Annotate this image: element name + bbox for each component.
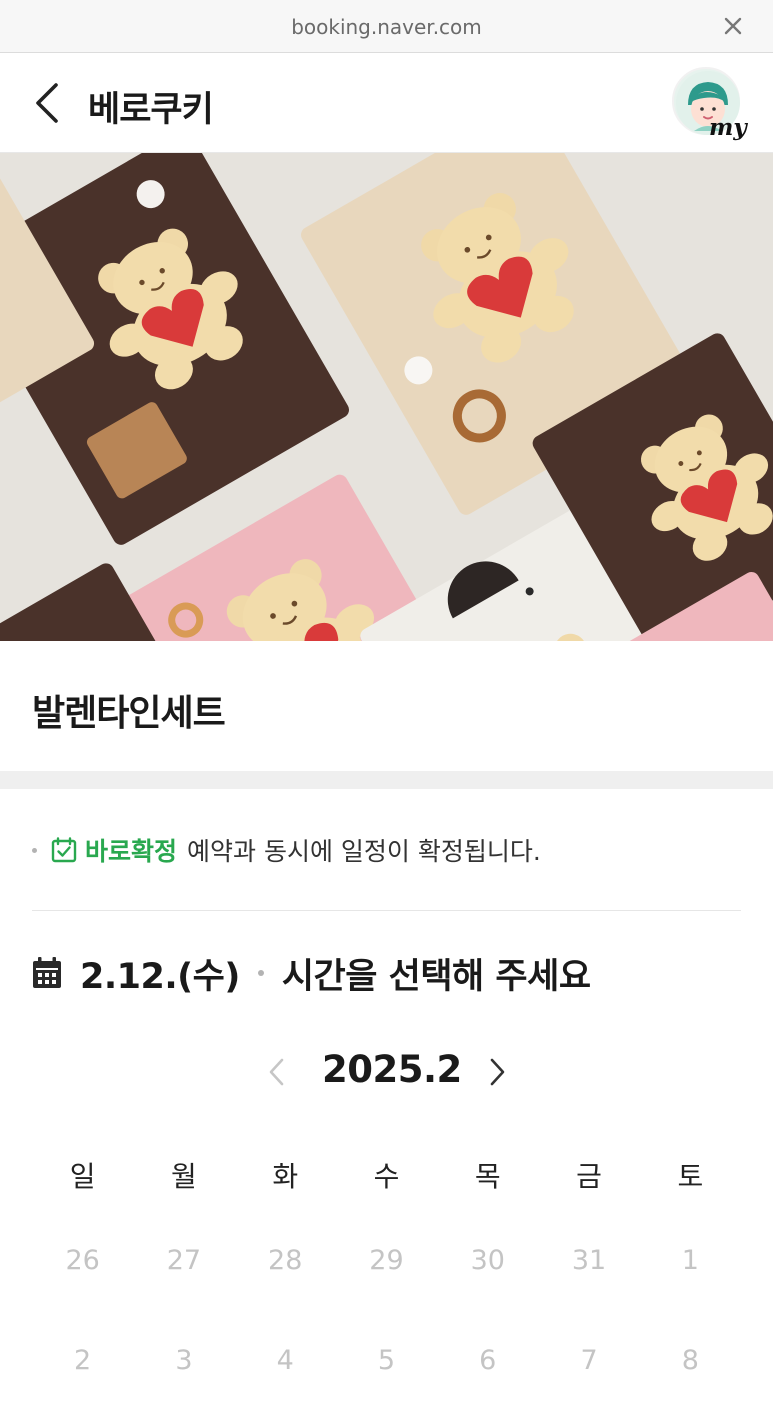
calendar-day-disabled: 26 xyxy=(65,1244,100,1276)
weekday-label: 일 xyxy=(69,1160,96,1193)
weekday-header-row: 일 월 화 수 목 금 토 xyxy=(32,1140,741,1210)
my-label[interactable]: my xyxy=(709,114,747,141)
app-header: 베로쿠키 my xyxy=(0,53,773,153)
selected-date: 2.12.(수) xyxy=(80,956,240,997)
bullet-dot xyxy=(32,847,37,853)
calendar-day-disabled: 3 xyxy=(175,1344,193,1376)
instant-confirm-notice: 바로확정 예약과 동시에 일정이 확정됩니다. xyxy=(32,830,541,870)
close-icon[interactable] xyxy=(721,14,745,38)
instant-confirm-badge: 바로확정 xyxy=(85,837,178,866)
instant-confirm-text: 예약과 동시에 일정이 확정됩니다. xyxy=(187,837,541,866)
url-text[interactable]: booking.naver.com xyxy=(0,15,773,39)
calendar-day-disabled: 8 xyxy=(681,1344,699,1376)
calendar-day-disabled: 4 xyxy=(276,1344,294,1376)
calendar-day-disabled: 27 xyxy=(166,1244,202,1276)
calendar-day-disabled: 6 xyxy=(479,1344,497,1376)
weekday-label: 목 xyxy=(474,1160,501,1193)
chevron-left-icon[interactable] xyxy=(262,1052,292,1092)
calendar-week-row: 2 3 4 5 6 7 8 xyxy=(32,1310,741,1404)
calendar-day-disabled: 5 xyxy=(377,1344,396,1376)
time-select-prompt: 시간을 선택해 주세요 xyxy=(281,956,591,997)
calendar-grid: 일 월 화 수 목 금 토 26 27 28 29 30 31 1 2 3 4 … xyxy=(32,1140,741,1404)
calendar-check-icon xyxy=(51,837,77,863)
separator-dot xyxy=(257,970,264,976)
valentine-cookie-photo xyxy=(0,153,773,641)
month-navigator: 2025.2 xyxy=(0,1044,773,1100)
chevron-right-icon[interactable] xyxy=(482,1052,512,1092)
selected-date-heading: 2.12.(수) 시간을 선택해 주세요 xyxy=(32,948,591,998)
section-divider xyxy=(0,771,773,789)
shop-title: 베로쿠키 xyxy=(88,90,214,130)
calendar-day-disabled: 7 xyxy=(580,1344,598,1376)
weekday-label: 토 xyxy=(677,1160,704,1193)
calendar-day-disabled: 31 xyxy=(571,1244,607,1276)
product-hero-image xyxy=(0,153,773,641)
calendar-icon xyxy=(33,957,61,988)
weekday-label: 수 xyxy=(373,1160,400,1193)
browser-url-bar: booking.naver.com xyxy=(0,0,773,53)
calendar-day-disabled: 2 xyxy=(74,1344,92,1376)
calendar-day-disabled: 28 xyxy=(268,1244,303,1276)
calendar-day-disabled: 1 xyxy=(681,1244,699,1276)
weekday-label: 월 xyxy=(171,1160,197,1193)
product-name: 발렌타인세트 xyxy=(32,693,226,734)
divider-line xyxy=(32,910,741,911)
product-section: 발렌타인세트 xyxy=(0,641,773,771)
month-label: 2025.2 xyxy=(322,1048,462,1091)
calendar-day-disabled: 30 xyxy=(470,1244,505,1276)
calendar-week-row: 26 27 28 29 30 31 1 xyxy=(32,1210,741,1310)
weekday-label: 화 xyxy=(272,1160,299,1193)
calendar-day-disabled: 29 xyxy=(369,1244,404,1276)
weekday-label: 금 xyxy=(576,1160,602,1193)
back-arrow-icon[interactable] xyxy=(30,81,64,125)
